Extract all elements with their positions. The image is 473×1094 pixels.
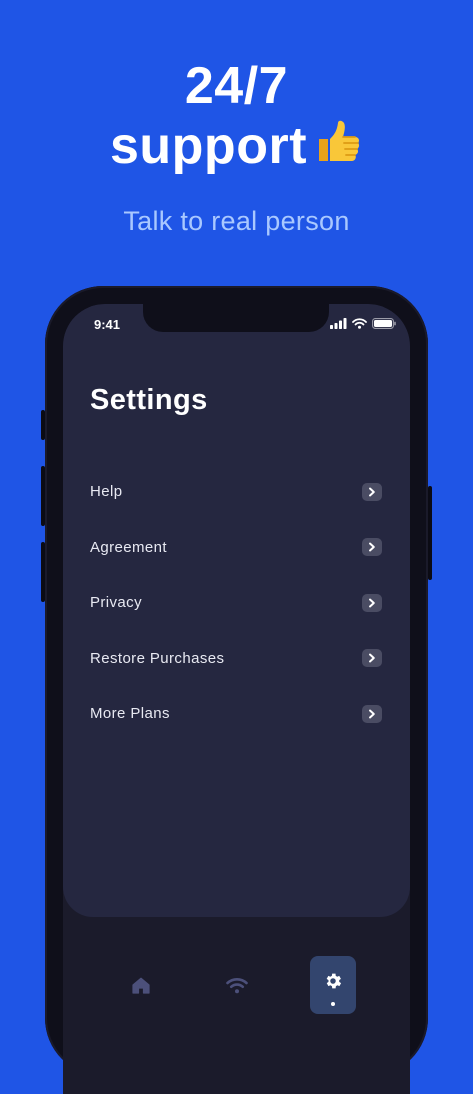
tab-bar — [63, 956, 410, 1016]
wifi-icon — [352, 318, 367, 329]
wifi-icon — [226, 977, 248, 993]
status-icons — [330, 318, 396, 329]
menu-item-label: Restore Purchases — [90, 649, 225, 667]
chevron-right-icon — [362, 482, 382, 501]
menu-item-help[interactable]: Help — [63, 464, 410, 520]
headline-line-2: support — [0, 116, 473, 176]
tab-home[interactable] — [118, 956, 164, 1014]
phone-power-button — [428, 486, 432, 580]
battery-icon — [372, 318, 396, 329]
phone-screen: 9:41 Settings Help Agreement Privacy Res… — [63, 304, 410, 1094]
tab-connection[interactable] — [214, 956, 260, 1014]
menu-item-label: Agreement — [90, 538, 167, 556]
chevron-right-icon — [362, 593, 382, 612]
page-title: Settings — [90, 384, 208, 416]
tab-settings[interactable] — [310, 956, 356, 1014]
thumbs-up-icon — [319, 120, 360, 161]
promo-headline: 24/7 support — [0, 56, 473, 176]
phone-volume-down — [41, 542, 45, 602]
phone-notch — [143, 304, 329, 332]
chevron-right-icon — [362, 704, 382, 723]
home-icon — [132, 977, 150, 994]
promo-tagline: Talk to real person — [123, 206, 350, 236]
menu-item-more-plans[interactable]: More Plans — [63, 686, 410, 742]
active-tab-indicator — [331, 1002, 335, 1006]
headline-line-1: 24/7 — [184, 57, 289, 115]
phone-side-button — [41, 410, 45, 440]
menu-item-agreement[interactable]: Agreement — [63, 520, 410, 576]
menu-item-label: Help — [90, 483, 123, 501]
phone-volume-up — [41, 466, 45, 526]
chevron-right-icon — [362, 649, 382, 668]
headline-line-2-text: support — [109, 117, 308, 175]
menu-item-label: Privacy — [90, 594, 142, 612]
menu-item-label: More Plans — [90, 705, 170, 723]
phone-mockup: 9:41 Settings Help Agreement Privacy Res… — [41, 286, 432, 1094]
gear-icon — [326, 973, 342, 989]
settings-menu: Help Agreement Privacy Restore Purchases… — [63, 464, 410, 742]
status-time: 9:41 — [94, 317, 121, 332]
menu-item-restore-purchases[interactable]: Restore Purchases — [63, 631, 410, 687]
chevron-right-icon — [362, 538, 382, 557]
settings-panel: 9:41 Settings Help Agreement Privacy Res… — [63, 304, 410, 917]
menu-item-privacy[interactable]: Privacy — [63, 575, 410, 631]
signal-icon — [330, 318, 347, 329]
